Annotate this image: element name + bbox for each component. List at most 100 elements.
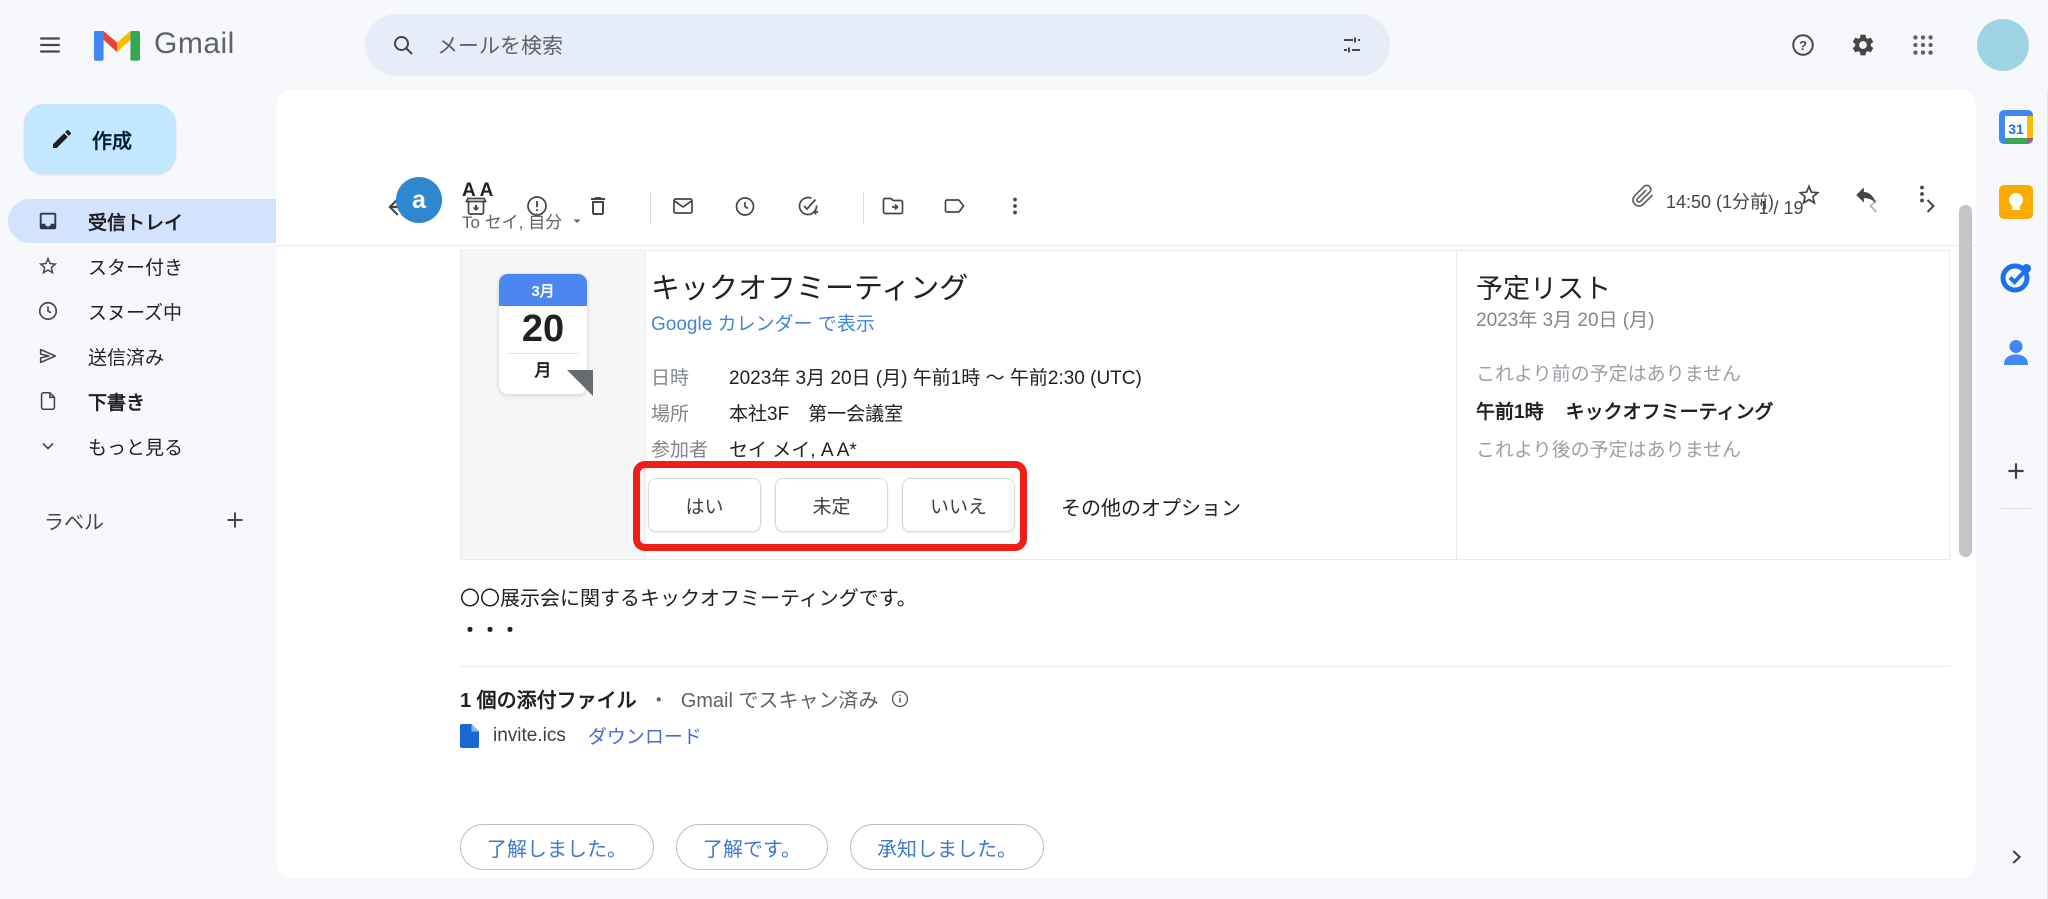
pencil-icon	[50, 127, 74, 151]
labels-icon[interactable]	[942, 194, 966, 218]
sender-name: A A	[462, 180, 493, 202]
row-value: 2023年 3月 20日 (月) 午前1時 ～ 午前2:30 (UTC)	[729, 363, 1142, 390]
view-in-calendar-link[interactable]: Google カレンダー で表示	[651, 309, 875, 336]
sidebar-item-label: スター付き	[88, 253, 183, 280]
expand-panel-icon[interactable]	[2005, 846, 2027, 868]
gmail-logo[interactable]: Gmail	[94, 26, 235, 61]
paperclip-icon	[1631, 184, 1655, 208]
add-to-tasks-icon[interactable]	[796, 194, 820, 218]
google-contacts-icon[interactable]	[1999, 335, 2033, 369]
reply-icon[interactable]	[1853, 182, 1879, 208]
invite-panel-divider	[1456, 251, 1457, 559]
smart-reply-chip[interactable]: 了解です。	[676, 824, 828, 870]
email-body-ellipsis: ・・・	[460, 614, 520, 643]
labels-section-header: ラベル	[0, 498, 272, 542]
agenda-event-time: 午前1時	[1476, 397, 1544, 424]
toolbar-divider	[276, 245, 1976, 246]
row-value: セイ メイ, A A*	[729, 435, 857, 462]
move-to-icon[interactable]	[881, 194, 905, 218]
google-keep-icon[interactable]	[1999, 185, 2033, 219]
toolbar-separator	[863, 192, 864, 224]
more-options-label[interactable]: その他のオプション	[1061, 492, 1241, 521]
date-badge-divider	[507, 353, 579, 354]
download-link[interactable]: ダウンロード	[588, 722, 702, 749]
sidebar-item-label: もっと見る	[88, 433, 183, 460]
rail-divider	[2001, 508, 2031, 509]
agenda-no-later: これより後の予定はありません	[1476, 435, 1741, 462]
message-timestamp: 14:50 (1分前)	[1666, 188, 1774, 214]
tune-icon[interactable]	[1340, 33, 1364, 57]
agenda-event-row: 午前1時 キックオフミーティング	[1476, 397, 1773, 424]
calendar-day-number: 31	[2008, 121, 2024, 137]
sidebar-item-label: スヌーズ中	[88, 298, 182, 325]
google-calendar-icon[interactable]: 31	[1999, 110, 2033, 144]
settings-gear-icon[interactable]	[1839, 21, 1887, 69]
email-view-panel: 1 / 19 a A A To セイ, 自分 14:50 (1分前) 3月 20…	[276, 90, 1976, 878]
attachment-header: 1 個の添付ファイル ・ Gmail でスキャン済み	[460, 684, 910, 713]
event-title: キックオフミーティング	[651, 265, 968, 307]
info-icon[interactable]	[890, 689, 910, 709]
event-location-row: 場所 本社3F 第一会議室	[651, 399, 903, 426]
date-badge-fold	[567, 370, 593, 396]
help-icon[interactable]: ?	[1779, 21, 1827, 69]
mark-unread-icon[interactable]	[671, 194, 695, 218]
smart-reply-row: 了解しました。 了解です。 承知しました。	[460, 824, 1044, 870]
row-value: 本社3F 第一会議室	[729, 399, 903, 426]
recipients-label: To セイ, 自分	[462, 208, 562, 233]
attachment-scanned: Gmail でスキャン済み	[681, 684, 879, 713]
message-more-icon[interactable]	[1910, 182, 1934, 206]
draft-icon	[36, 390, 60, 412]
side-panel-rail: 31	[1984, 90, 2048, 899]
row-label: 場所	[651, 399, 729, 426]
calendar-invite-card: 3月 20 月 キックオフミーティング Google カレンダー で表示 日時 …	[460, 250, 1950, 560]
sender-initial: a	[412, 186, 426, 215]
sender-avatar[interactable]: a	[396, 177, 442, 223]
star-message-icon[interactable]	[1796, 182, 1822, 208]
send-icon	[36, 345, 60, 367]
smart-reply-chip[interactable]: 承知しました。	[850, 824, 1044, 870]
gmail-m-icon	[94, 26, 140, 61]
labels-title: ラベル	[44, 506, 104, 535]
gmail-logo-text: Gmail	[154, 27, 235, 61]
profile-avatar[interactable]	[1977, 19, 2029, 71]
inbox-icon	[36, 210, 60, 232]
row-label: 日時	[651, 363, 729, 390]
annotation-highlight-box	[633, 461, 1027, 551]
smart-reply-chip[interactable]: 了解しました。	[460, 824, 654, 870]
row-label: 参加者	[651, 435, 729, 462]
date-badge-day: 20	[499, 308, 587, 351]
file-icon	[460, 724, 479, 748]
google-tasks-icon[interactable]	[1999, 260, 2033, 294]
left-sidebar: 作成 受信トレイ 9 スター付き スヌーズ中 送信済み 下書き 1 もっと見る …	[0, 90, 272, 899]
agenda-no-earlier: これより前の予定はありません	[1476, 359, 1741, 386]
add-label-icon[interactable]	[222, 507, 248, 533]
attachment-count: 1 個の添付ファイル	[460, 684, 637, 713]
attachment-divider	[460, 666, 1950, 667]
search-placeholder: メールを検索	[437, 30, 1340, 60]
attachment-file-name[interactable]: invite.ics	[493, 725, 566, 747]
recipients-row[interactable]: To セイ, 自分	[462, 208, 584, 233]
toolbar-separator	[650, 192, 651, 224]
email-body-line: 〇〇展示会に関するキックオフミーティングです。	[460, 582, 917, 611]
chevron-down-icon	[36, 436, 60, 456]
more-vert-icon[interactable]	[1003, 194, 1027, 218]
search-icon[interactable]	[391, 33, 415, 57]
apps-grid-icon[interactable]	[1899, 21, 1947, 69]
agenda-event-title: キックオフミーティング	[1566, 397, 1774, 424]
search-bar[interactable]: メールを検索	[365, 14, 1390, 76]
sidebar-item-label: 送信済み	[88, 343, 164, 370]
svg-text:?: ?	[1799, 38, 1807, 53]
snooze-icon[interactable]	[733, 194, 757, 218]
delete-icon[interactable]	[586, 194, 610, 218]
attachment-file-row[interactable]: invite.ics ダウンロード	[460, 722, 702, 749]
clock-icon	[36, 300, 60, 322]
compose-button[interactable]: 作成	[24, 104, 176, 174]
get-addons-icon[interactable]	[2003, 458, 2029, 484]
hamburger-menu-icon[interactable]	[26, 21, 74, 69]
agenda-date: 2023年 3月 20日 (月)	[1476, 305, 1654, 332]
star-icon	[36, 255, 60, 277]
event-attendees-row: 参加者 セイ メイ, A A*	[651, 435, 857, 462]
scrollbar-thumb[interactable]	[1959, 205, 1972, 557]
date-badge-month: 3月	[499, 274, 587, 306]
details-caret-icon[interactable]	[570, 214, 584, 228]
